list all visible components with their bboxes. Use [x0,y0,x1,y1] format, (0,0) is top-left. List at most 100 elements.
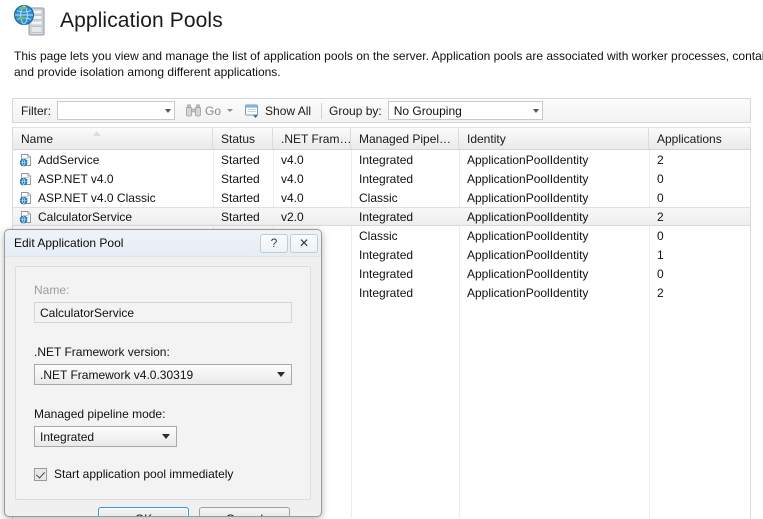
table-cell-text: 0 [657,171,664,186]
table-cell-text: ApplicationPoolIdentity [467,228,589,243]
dialog-content-panel: Name: CalculatorService .NET Framework v… [15,266,311,516]
pipeline-mode-select[interactable]: Integrated [34,426,177,447]
table-cell-identity: ApplicationPoolIdentity [459,191,649,205]
table-cell-text: Started [221,209,260,224]
table-cell-netfx: v4.0 [273,153,351,167]
table-cell-text: ApplicationPoolIdentity [467,171,589,186]
close-icon[interactable]: ✕ [290,233,318,253]
dialog-titlebar[interactable]: Edit Application Pool ? ✕ [5,230,321,257]
filter-input[interactable] [57,101,175,120]
application-pool-icon [19,172,33,186]
start-pool-row[interactable]: Start application pool immediately [34,467,292,481]
start-pool-label: Start application pool immediately [54,467,234,481]
name-field[interactable]: CalculatorService [34,302,292,323]
table-cell-text: Started [221,171,260,186]
toolbar-divider [321,102,323,119]
table-cell-text: Integrated [359,266,414,281]
table-cell-text: Classic [359,228,398,243]
table-cell-text: ApplicationPoolIdentity [467,285,589,300]
table-cell-applications: 1 [649,248,750,262]
table-cell-name: ASP.NET v4.0 Classic [13,191,213,205]
table-cell-text: ApplicationPoolIdentity [467,190,589,205]
table-cell-identity: ApplicationPoolIdentity [459,267,649,281]
filter-toolbar: Filter: Go Show All Group by: No Groupin… [12,98,751,123]
table-cell-pipeline: Integrated [351,153,459,167]
table-cell-applications: 2 [649,210,750,224]
show-all-label: Show All [265,103,312,118]
table-cell-identity: ApplicationPoolIdentity [459,153,649,167]
table-cell-status: Started [213,172,273,186]
table-cell-pipeline: Classic [351,191,459,205]
chevron-down-icon [532,108,539,113]
pipeline-mode-value: Integrated [40,429,95,444]
app-pool-server-globe-icon [12,3,50,39]
table-cell-text: 0 [657,266,664,281]
netfx-version-label: .NET Framework version: [34,345,170,359]
grid-header-row: Name Status .NET Fram… Managed Pipel… Identi… [13,127,750,150]
table-cell-text: AddService [38,152,100,167]
grid-column-header-label: Managed Pipel… [359,131,452,146]
grid-column-header-applications[interactable]: Applications [649,128,750,149]
chevron-down-icon [227,109,234,112]
table-cell-text: CalculatorService [38,209,133,224]
table-cell-name: AddService [13,153,213,167]
table-row[interactable]: CalculatorService Started v2.0 Integrated Ap… [13,207,750,226]
table-cell-text: Classic [359,190,398,205]
netfx-version-value: .NET Framework v4.0.30319 [40,367,194,382]
table-row[interactable]: ASP.NET v4.0 Started v4.0 Integrated Applica… [13,169,750,188]
grid-column-header-status[interactable]: Status [213,128,273,149]
grid-column-header-net-fram[interactable]: .NET Fram… [273,128,351,149]
name-label: Name: [34,283,70,297]
table-cell-pipeline: Integrated [351,210,459,224]
table-row[interactable]: AddService Started v4.0 Integrated Applicati… [13,150,750,169]
table-cell-text: v4.0 [281,171,304,186]
table-cell-status: Started [213,210,273,224]
table-cell-name: ASP.NET v4.0 [13,172,213,186]
table-cell-netfx: v4.0 [273,172,351,186]
table-cell-text: Integrated [359,209,414,224]
group-by-select[interactable]: No Grouping [387,101,543,120]
table-cell-text: v4.0 [281,190,304,205]
table-cell-text: v2.0 [281,209,304,224]
table-cell-applications: 0 [649,229,750,243]
page-description-line-2: and provide isolation among different ap… [14,65,281,79]
page-title: Application Pools [60,9,223,32]
help-icon[interactable]: ? [260,233,288,253]
table-cell-identity: ApplicationPoolIdentity [459,172,649,186]
go-button[interactable]: Go [183,103,236,119]
application-pool-icon [19,191,33,205]
application-pool-icon [19,153,33,167]
table-cell-identity: ApplicationPoolIdentity [459,210,649,224]
table-cell-applications: 0 [649,191,750,205]
group-by-value: No Grouping [393,103,462,118]
table-cell-text: ASP.NET v4.0 Classic [38,190,156,205]
table-cell-text: 2 [657,285,664,300]
ok-button[interactable]: OK [98,507,189,516]
table-cell-text: Started [221,190,260,205]
table-cell-text: ASP.NET v4.0 [38,171,114,186]
table-cell-text: 2 [657,209,664,224]
grid-column-header-identity[interactable]: Identity [459,128,649,149]
table-cell-text: Integrated [359,247,414,262]
cancel-button[interactable]: Cancel [199,507,290,516]
table-row[interactable]: ASP.NET v4.0 Classic Started v4.0 Classic Ap… [13,188,750,207]
table-cell-text: Integrated [359,152,414,167]
table-cell-text: Integrated [359,285,414,300]
grid-column-header-name[interactable]: Name [13,128,213,149]
table-cell-text: Started [221,152,260,167]
table-cell-applications: 0 [649,267,750,281]
show-all-button[interactable]: Show All [242,103,314,119]
table-cell-text: ApplicationPoolIdentity [467,266,589,281]
pipeline-mode-label: Managed pipeline mode: [34,407,166,421]
application-pool-icon [19,210,33,224]
netfx-version-select[interactable]: .NET Framework v4.0.30319 [34,364,292,385]
table-cell-text: ApplicationPoolIdentity [467,209,589,224]
dialog-title: Edit Application Pool [14,236,124,250]
dialog-button-row: OK Cancel [34,507,292,516]
table-cell-identity: ApplicationPoolIdentity [459,286,649,300]
grid-column-header-managed-pipel[interactable]: Managed Pipel… [351,128,459,149]
edit-application-pool-dialog: Edit Application Pool ? ✕ Name: Calculat… [4,229,322,517]
start-pool-checkbox[interactable] [34,467,47,481]
table-cell-status: Started [213,153,273,167]
table-cell-text: Integrated [359,171,414,186]
